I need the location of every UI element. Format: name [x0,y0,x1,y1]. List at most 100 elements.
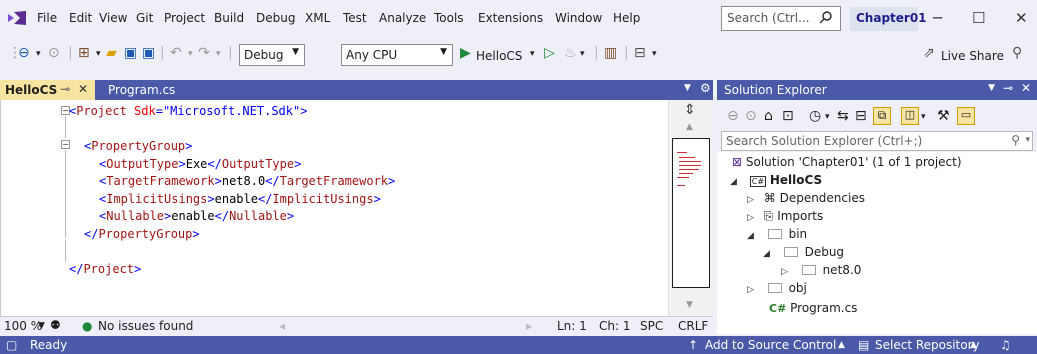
close-tab-icon[interactable]: ✕ [78,82,88,96]
menu-file[interactable]: File [37,11,57,25]
menu-view[interactable]: View [99,11,127,25]
tree-item-imports[interactable]: ▷ ⎘ Imports [747,209,823,224]
pin-icon[interactable]: ⊸ [1003,81,1013,95]
active-document-icon[interactable]: ▭ [957,107,975,125]
hot-reload-dropdown-icon[interactable]: ▾ [580,49,585,59]
close-icon[interactable]: ✕ [1015,9,1028,27]
tree-item-dependencies[interactable]: ▷ ⌘ Dependencies [747,191,865,205]
output-icon[interactable]: ▢ [6,338,17,352]
scroll-left-icon[interactable]: ◂ [279,319,285,333]
sync-icon[interactable]: ⇆ [837,108,849,124]
back-icon[interactable]: ⊖ [727,108,739,124]
split-icon[interactable]: ⇕ [684,102,696,118]
configuration-select[interactable]: Debug ▼ [239,44,305,66]
zoom-dropdown-icon[interactable]: ▼ [38,321,45,331]
switch-views-icon[interactable]: ⊡ [782,108,794,124]
code-editor[interactable]: − − <Project Sdk="Microsoft.NET.Sdk"> <Pr… [0,100,713,316]
tab-list-dropdown-icon[interactable]: ▼ [684,83,691,93]
issues-status[interactable]: No issues found [98,319,193,333]
open-folder-icon[interactable]: ▰ [106,45,117,61]
menu-xml[interactable]: XML [305,11,330,25]
run-target-label[interactable]: HelloCS [476,49,522,63]
select-repository-button[interactable]: Select Repository [875,338,980,352]
pending-changes-icon[interactable]: ◷ [809,108,821,124]
notifications-icon[interactable]: ♫ [1000,338,1011,352]
tree-item-project[interactable]: ◢ C# HelloCS [730,173,822,187]
column-number[interactable]: Ch: 1 [599,319,630,333]
close-pane-icon[interactable]: ✕ [1021,81,1031,95]
scroll-down-icon[interactable]: ▼ [686,300,693,310]
redo-dropdown-icon[interactable]: ▾ [216,49,221,59]
minimize-icon[interactable]: ─ [933,9,942,27]
tab-hellocs[interactable]: HelloCS ⊸ ✕ [0,80,95,100]
properties-icon[interactable]: ⚒ [937,108,950,124]
menu-tools[interactable]: Tools [434,11,464,25]
home-icon[interactable]: ⌂ [764,108,773,124]
add-to-source-control-button[interactable]: Add to Source Control [705,338,836,352]
back-dropdown-icon[interactable]: ▾ [36,49,41,59]
collapsed-arrow-icon[interactable]: ▷ [747,213,754,223]
menu-project[interactable]: Project [164,11,205,25]
collapsed-arrow-icon[interactable]: ▷ [781,267,788,277]
tree-item-debug[interactable]: ◢ Debug [763,245,844,259]
save-all-icon[interactable]: ▣ [142,45,155,61]
pin-icon[interactable]: ⊸ [60,82,70,96]
undo-dropdown-icon[interactable]: ▾ [188,49,193,59]
preview-dropdown-icon[interactable]: ▾ [921,112,926,122]
hot-reload-icon[interactable]: ♨ [564,45,577,61]
start-debugging-icon[interactable]: ▶ [460,45,471,61]
menu-test[interactable]: Test [343,11,367,25]
zoom-level[interactable]: 100 % [4,319,42,333]
save-icon[interactable]: ▣ [124,45,137,61]
undo-icon[interactable]: ↶ [170,45,182,61]
menu-git[interactable]: Git [136,11,153,25]
solution-name-badge[interactable]: Chapter01 [850,7,927,31]
line-ending-mode[interactable]: CRLF [678,319,708,333]
tab-program-cs[interactable]: Program.cs [108,83,175,97]
code-line[interactable]: <Nullable>enable</Nullable> [99,209,294,223]
menu-window[interactable]: Window [555,11,602,25]
back-icon[interactable]: ⊖ [18,45,30,61]
toolbar-overflow-icon[interactable]: ▾ [652,49,657,59]
expanded-arrow-icon[interactable]: ◢ [747,231,754,241]
preview-icon[interactable]: ◫ [901,107,919,125]
tree-item-bin[interactable]: ◢ bin [747,227,807,241]
collapsed-arrow-icon[interactable]: ▷ [747,285,754,295]
collapsed-arrow-icon[interactable]: ▷ [747,195,754,205]
code-minimap[interactable] [672,138,710,288]
layout-icon[interactable]: ⊟ [634,45,646,61]
fold-toggle-icon[interactable]: − [61,140,70,149]
new-dropdown-icon[interactable]: ▾ [96,49,101,59]
redo-icon[interactable]: ↷ [198,45,210,61]
menu-help[interactable]: Help [613,11,640,25]
scroll-up-icon[interactable]: ▲ [686,122,693,132]
show-all-files-icon[interactable]: ⧉ [873,107,891,125]
chevron-up-icon[interactable]: ▲ [970,340,977,350]
tree-item-program-cs[interactable]: C# Program.cs [769,301,857,315]
menu-debug[interactable]: Debug [256,11,295,25]
menu-build[interactable]: Build [214,11,244,25]
tree-item-net8[interactable]: ▷ net8.0 [781,263,861,277]
code-line[interactable]: </PropertyGroup> [84,227,200,241]
code-line[interactable]: <OutputType>Exe</OutputType> [99,157,301,171]
feedback-icon[interactable]: ⚲ [1012,45,1022,61]
line-number[interactable]: Ln: 1 [557,319,587,333]
forward-icon[interactable]: ⊙ [48,45,60,61]
expanded-arrow-icon[interactable]: ◢ [763,249,770,259]
code-line[interactable]: </Project> [69,262,141,276]
forward-icon[interactable]: ⊙ [745,108,757,124]
new-project-icon[interactable]: ⊞ [78,45,90,61]
search-options-icon[interactable]: ▾ [1025,135,1030,145]
solution-explorer-search[interactable]: Search Solution Explorer (Ctrl+;) ⚲ ▾ [721,131,1033,151]
code-line[interactable]: <ImplicitUsings>enable</ImplicitUsings> [99,192,381,206]
expanded-arrow-icon[interactable]: ◢ [730,177,737,187]
maximize-icon[interactable]: ☐ [972,9,985,27]
window-options-icon[interactable]: ▼ [988,83,995,93]
tree-item-solution[interactable]: ⊠ Solution 'Chapter01' (1 of 1 project) [732,155,962,169]
code-line[interactable]: <Project Sdk="Microsoft.NET.Sdk"> [69,104,307,118]
menu-analyze[interactable]: Analyze [379,11,426,25]
collapse-all-icon[interactable]: ⊟ [855,108,867,124]
code-line[interactable]: <TargetFramework>net8.0</TargetFramework… [99,174,395,188]
scroll-right-icon[interactable]: ▸ [526,319,532,333]
gear-icon[interactable]: ⚙ [700,81,711,95]
